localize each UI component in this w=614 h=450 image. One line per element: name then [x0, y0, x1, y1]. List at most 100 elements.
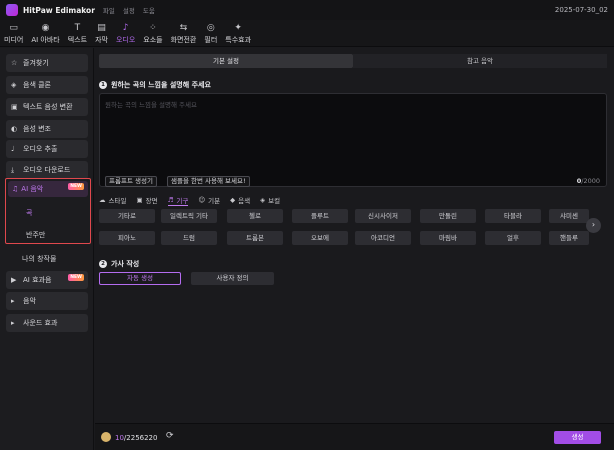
tool-transition[interactable]: ⇆ 화면전환 — [167, 20, 201, 47]
sidebar-item-audio-extract[interactable]: ♩ 오디오 추출 — [6, 140, 88, 158]
credit-counter: 10/2256220 — [115, 434, 158, 442]
tab-reference-music[interactable]: 참고 음악 — [353, 54, 607, 68]
audio-icon: ♪ — [122, 22, 129, 33]
sidebar-item-audio-download[interactable]: ⤓ 오디오 다운로드 — [6, 161, 88, 179]
app-name: HitPaw Edimakor — [23, 5, 95, 15]
new-badge: NEW — [68, 183, 84, 190]
auto-generate-button[interactable]: 자동 생성 — [99, 272, 181, 285]
project-name: 2025-07-30_02 — [554, 6, 608, 14]
menu-help[interactable]: 도움 — [143, 5, 155, 15]
custom-lyrics-button[interactable]: 사용자 정의 — [191, 272, 274, 285]
instrument-tag[interactable]: 일렉트릭 기타 — [161, 209, 217, 223]
sidebar-item-ai-music[interactable]: ♫ AI 음악 NEW — [8, 181, 88, 197]
tool-subtitle[interactable]: ▤ 자막 — [91, 20, 112, 47]
instrument-tag[interactable]: 첼로 — [227, 209, 283, 223]
ai-avatar-icon: ◉ — [41, 22, 50, 33]
chevron-right-icon[interactable]: › — [586, 218, 601, 233]
sidebar-item-my-works[interactable]: 나의 창작물 — [22, 254, 56, 264]
coin-icon — [101, 432, 111, 442]
caret-right-icon: ▸ — [11, 297, 15, 305]
subtitle-icon: ▤ — [97, 22, 106, 33]
tool-elements[interactable]: ⁘ 요소들 — [139, 20, 166, 47]
instrument-tag[interactable]: 신시사이저 — [355, 209, 411, 223]
instrument-tag[interactable]: 피아노 — [99, 231, 155, 245]
instrument-tag[interactable]: 플루트 — [292, 209, 348, 223]
sidebar-item-voice-change[interactable]: ◐ 음성 변조 — [6, 120, 88, 138]
mic-icon: ♩ — [11, 145, 15, 153]
description-textarea[interactable]: 원하는 곡의 느낌을 설명해 주세요 프롬프트 생성기 샘플을 한번 사용해 보… — [99, 93, 607, 187]
generate-button[interactable]: 생성 — [554, 431, 601, 444]
tab-basic-settings[interactable]: 기본 설정 — [99, 54, 353, 68]
instrument-tag[interactable]: 오보에 — [292, 231, 348, 245]
sidebar-item-sound-effects[interactable]: ▸ 사운드 효과 — [6, 314, 88, 332]
menu-settings[interactable]: 설정 — [123, 5, 135, 15]
refresh-icon[interactable]: ⟳ — [166, 431, 174, 441]
transition-icon: ⇆ — [179, 22, 188, 33]
tts-icon: ▣ — [11, 103, 18, 111]
instrument-tag[interactable]: 아코디언 — [355, 231, 411, 245]
cat-style[interactable]: ☁ 스타일 — [99, 194, 126, 206]
tool-effects[interactable]: ✦ 특수효과 — [221, 20, 255, 47]
voice-clone-icon: ◈ — [11, 81, 17, 89]
instrument-tag[interactable]: 핸들루 — [549, 231, 589, 245]
download-icon: ⤓ — [11, 165, 15, 174]
sidebar-item-music[interactable]: ▸ 음악 — [6, 292, 88, 310]
cat-instrument[interactable]: ♬ 기구 — [167, 194, 189, 206]
title-bar: HitPaw Edimakor 파일 설정 도움 2025-07-30_02 — [0, 0, 614, 20]
sidebar-item-tts[interactable]: ▣ 텍스트 음성 변환 — [6, 98, 88, 116]
text-icon: T — [74, 22, 81, 33]
char-counter: 0/2000 — [576, 177, 600, 185]
sidebar-subitem-accompaniment[interactable]: 반주만 — [26, 230, 45, 240]
tool-text[interactable]: T 텍스트 — [64, 20, 91, 47]
try-sample-button[interactable]: 샘플을 한번 사용해 보세요! — [167, 176, 250, 187]
sidebar-subitem-song[interactable]: 곡 — [26, 208, 32, 218]
step2-title: 2 가사 작성 — [99, 259, 139, 269]
sidebar-item-favorites[interactable]: ☆ 즐겨찾기 — [6, 54, 88, 72]
textarea-placeholder: 원하는 곡의 느낌을 설명해 주세요 — [105, 101, 197, 109]
instrument-tag[interactable]: 드럼 — [161, 231, 217, 245]
style-icon: ☁ — [99, 196, 106, 204]
ai-music-icon: ♫ — [12, 185, 19, 193]
menu-file[interactable]: 파일 — [103, 5, 115, 15]
main-toolbar: ▭ 미디어 ◉ AI 아바타 T 텍스트 ▤ 자막 ♪ 오디오 ⁘ 요소들 ⇆ 화면전환 ◎ 필… — [0, 20, 614, 47]
ai-sfx-icon: ▶ — [11, 276, 17, 284]
new-badge: NEW — [68, 274, 84, 281]
sidebar-item-ai-sfx[interactable]: ▶ AI 효과음 NEW — [6, 271, 88, 289]
instrument-tag[interactable]: 만돌린 — [420, 209, 476, 223]
caret-right-icon: ▸ — [11, 319, 15, 327]
bottom-bar: 10/2256220 ⟳ 생성 — [95, 423, 614, 450]
cat-vocal[interactable]: ◈ 보컬 — [260, 194, 280, 206]
cat-timbre[interactable]: ◆ 음색 — [230, 194, 250, 206]
cat-mood[interactable]: ☺ 기분 — [198, 194, 220, 206]
tool-filter[interactable]: ◎ 필터 — [200, 20, 221, 47]
media-icon: ▭ — [9, 22, 18, 33]
instrument-tag[interactable]: 얼후 — [485, 231, 541, 245]
category-tabs: ☁ 스타일 ▣ 장면 ♬ 기구 ☺ 기분 ◆ 음색 ◈ 보컬 — [99, 194, 290, 206]
step-number: 1 — [99, 81, 107, 89]
ai-music-panel: 기본 설정 참고 음악 1 원하는 곡의 느낌을 설명해 주세요 원하는 곡의 … — [95, 48, 614, 450]
ai-music-group: ♫ AI 음악 NEW 곡 반주만 — [5, 178, 91, 244]
instrument-tag[interactable]: 마림바 — [420, 231, 476, 245]
mood-icon: ☺ — [198, 196, 206, 204]
cat-scene[interactable]: ▣ 장면 — [136, 194, 157, 206]
filter-icon: ◎ — [206, 22, 215, 33]
instrument-icon: ♬ — [167, 195, 174, 204]
tool-audio[interactable]: ♪ 오디오 — [112, 20, 139, 47]
step1-title: 1 원하는 곡의 느낌을 설명해 주세요 — [99, 80, 211, 90]
instrument-tag[interactable]: 기타로 — [99, 209, 155, 223]
elements-icon: ⁘ — [149, 22, 157, 33]
scene-icon: ▣ — [136, 196, 143, 204]
tool-ai-avatar[interactable]: ◉ AI 아바타 — [27, 20, 63, 47]
sidebar-item-voice-clone[interactable]: ◈ 음색 클론 — [6, 76, 88, 94]
effects-icon: ✦ — [234, 22, 242, 33]
instrument-tag[interactable]: 트롬본 — [227, 231, 283, 245]
prompt-generator-button[interactable]: 프롬프트 생성기 — [105, 176, 157, 187]
voice-change-icon: ◐ — [11, 125, 18, 133]
instrument-tag[interactable]: 샤미센 — [549, 209, 589, 223]
instrument-tag[interactable]: 타블라 — [485, 209, 541, 223]
timbre-icon: ◆ — [230, 196, 236, 204]
vocal-icon: ◈ — [260, 196, 266, 204]
app-logo — [6, 4, 18, 16]
step-number: 2 — [99, 260, 107, 268]
tool-media[interactable]: ▭ 미디어 — [0, 20, 27, 47]
